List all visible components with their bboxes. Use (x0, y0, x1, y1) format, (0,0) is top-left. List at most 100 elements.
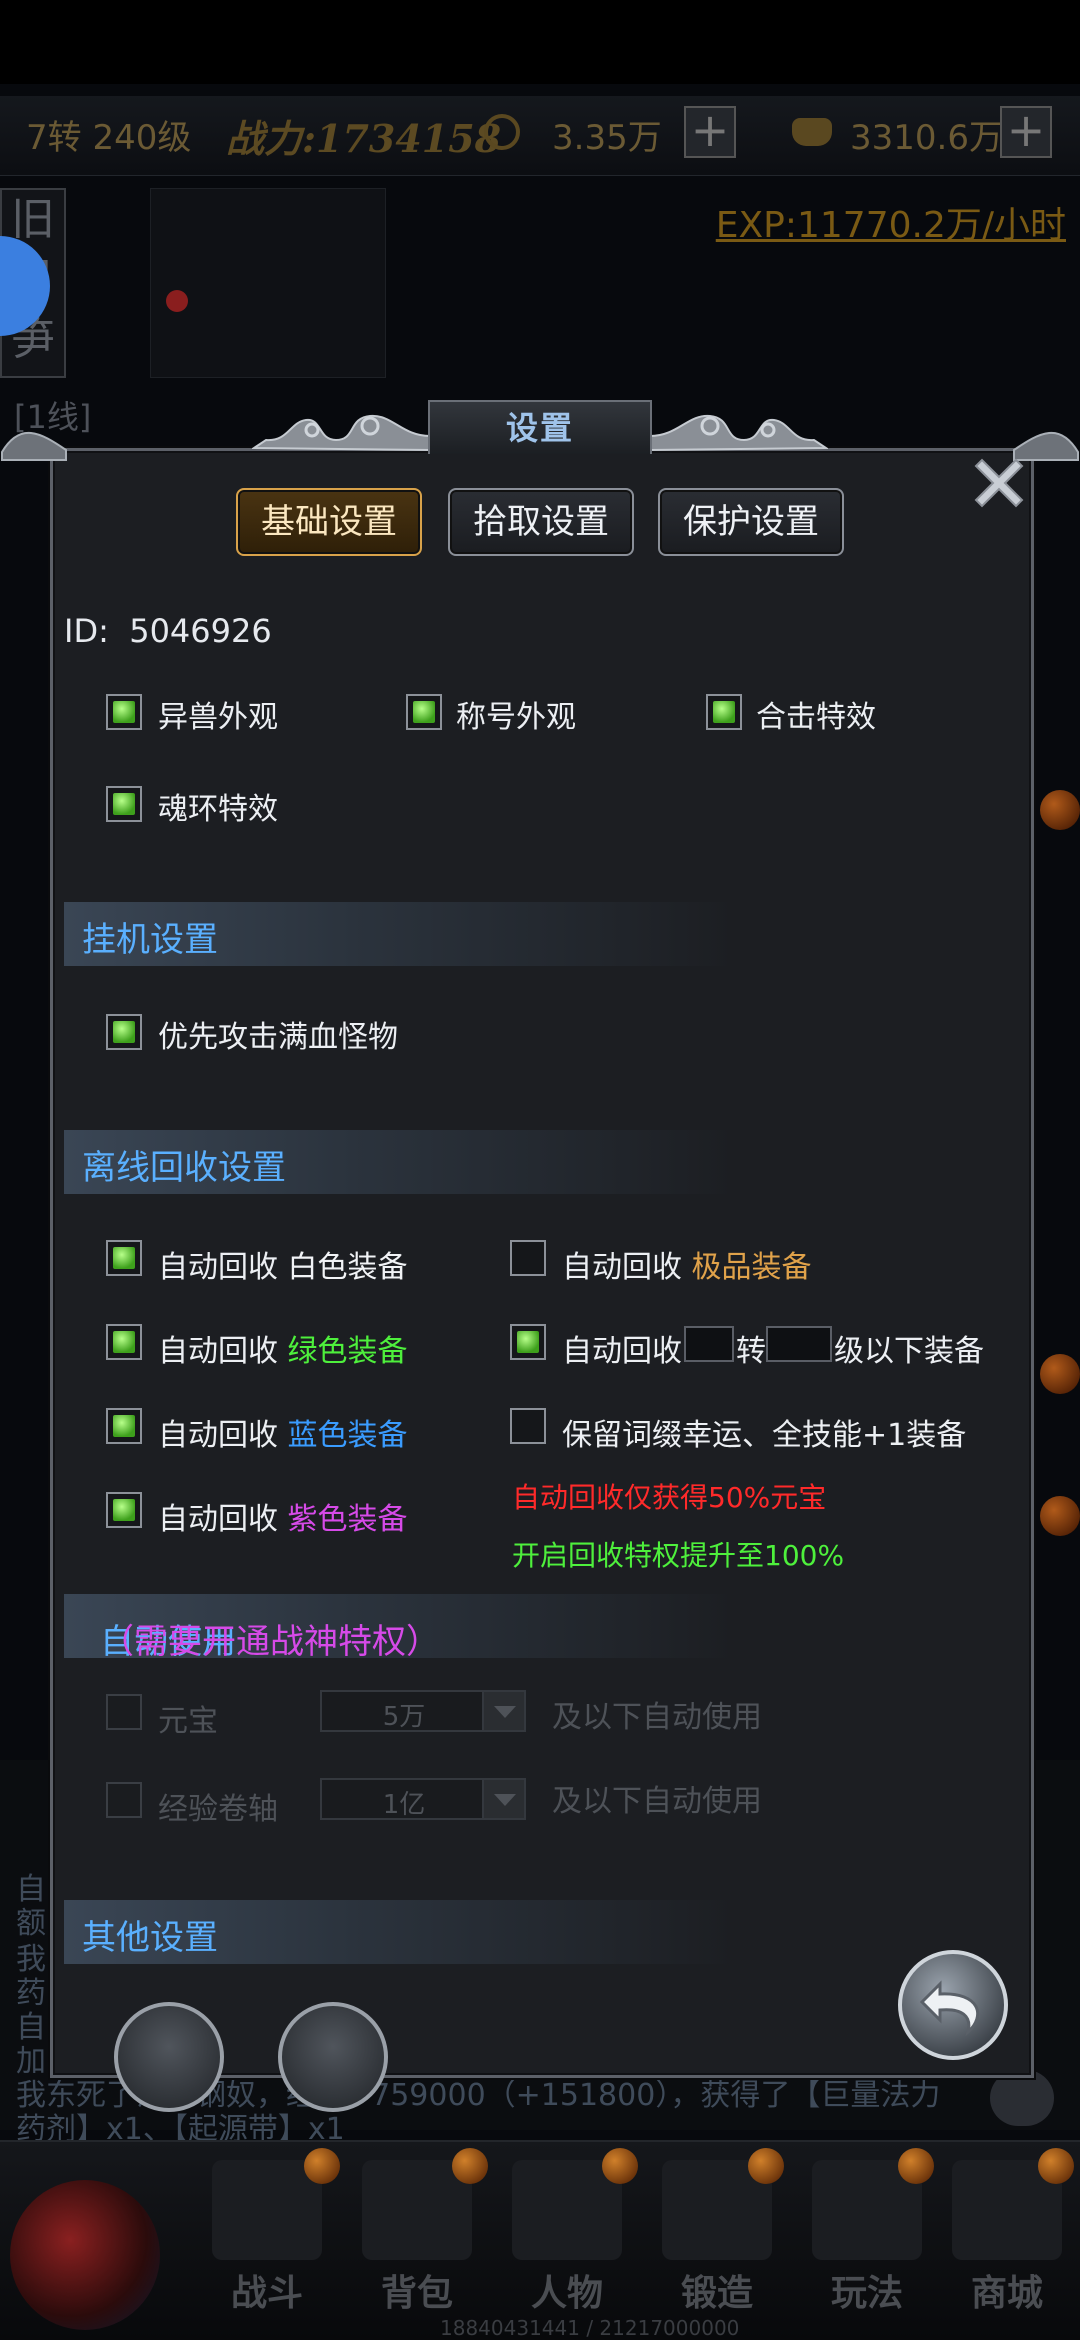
notification-dot (748, 2148, 784, 2184)
auto-recycle-text: 自动回收 (158, 1250, 278, 1285)
notification-dot (898, 2148, 934, 2184)
title-appearance-label: 称号外观 (456, 700, 576, 735)
exp-scroll-amount-select[interactable]: 1亿 (320, 1778, 526, 1820)
back-button[interactable] (898, 1950, 1008, 2060)
blue-equip-text: 蓝色装备 (287, 1418, 408, 1453)
auto-recycle-text: 自动回收 (158, 1418, 278, 1453)
combo-effect-checkbox[interactable] (706, 694, 742, 730)
yin-yang-icon[interactable] (10, 2180, 160, 2330)
notification-dot (602, 2148, 638, 2184)
auto-use-ingot-checkbox[interactable] (106, 1694, 142, 1730)
afk-settings-title: 挂机设置 (82, 920, 218, 960)
back-arrow-icon (919, 1980, 979, 2037)
status-bar (0, 0, 1080, 84)
exp-rate[interactable]: EXP:11770.2万/小时 (716, 196, 1066, 248)
keep-affix-checkbox[interactable] (510, 1408, 546, 1444)
offline-recycle-header: 离线回收设置 (64, 1130, 1024, 1194)
tab-protection-settings[interactable]: 保护设置 (658, 488, 844, 556)
player-level: 7转 240级 (26, 118, 192, 158)
player-topbar: 7转 240级 战力:1734158 3.35万 + 3310.6万 + (0, 96, 1080, 176)
recycle-white-checkbox[interactable] (106, 1240, 142, 1276)
keep-affix-label: 保留词缀幸运、全技能+1装备 (562, 1418, 967, 1453)
nav-character[interactable]: 人物 (502, 2264, 632, 2316)
ingot-amount-value: 5万 (382, 1702, 426, 1732)
recycle-by-level-label: 自动回收 (562, 1334, 682, 1369)
auto-use-exp-scroll-label: 经验卷轴 (158, 1792, 278, 1827)
auto-use-exp-scroll-suffix: 及以下自动使用 (552, 1784, 762, 1819)
nav-bag[interactable]: 背包 (352, 2264, 482, 2316)
nav-shop[interactable]: 商城 (942, 2264, 1072, 2316)
purple-equip-text: 紫色装备 (287, 1502, 408, 1537)
auto-use-exp-scroll-checkbox[interactable] (106, 1782, 142, 1818)
auto-recycle-text: 自动回收 (158, 1334, 278, 1369)
recycle-white-label: 自动回收 白色装备 (158, 1242, 408, 1286)
recycle-green-checkbox[interactable] (106, 1324, 142, 1360)
combo-effect-label: 合击特效 (756, 700, 876, 735)
minimap[interactable] (150, 188, 386, 378)
account-option-icon[interactable] (114, 2002, 224, 2112)
currency-amount-2: 3310.6万 (850, 118, 1003, 158)
exp-progress-text: 18840431441 / 21217000000 (440, 2316, 740, 2340)
recycle-note-red: 自动回收仅获得50%元宝 (512, 1481, 827, 1514)
id-label: ID: (64, 612, 109, 650)
helmet-option-icon[interactable] (278, 2002, 388, 2112)
side-orb-icon (1040, 790, 1080, 830)
side-orb-icon (1040, 1354, 1080, 1394)
notification-dot (1038, 2148, 1074, 2184)
offline-recycle-title: 离线回收设置 (82, 1148, 286, 1188)
chat-bubble-icon[interactable] (990, 2070, 1054, 2126)
chevron-down-icon (482, 1780, 524, 1818)
soul-ring-effect-label: 魂环特效 (158, 792, 278, 827)
green-equip-text: 绿色装备 (287, 1334, 408, 1369)
chevron-down-icon (482, 1692, 524, 1730)
coin-icon (484, 114, 520, 150)
corner-ornament-left-icon (1, 432, 67, 461)
tab-basic-settings[interactable]: 基础设置 (236, 488, 422, 556)
recycle-green-label: 自动回收 绿色装备 (158, 1326, 408, 1370)
add-currency-2-button[interactable]: + (1000, 106, 1052, 158)
title-ornament-right-icon (649, 414, 828, 452)
nav-battle[interactable]: 战斗 (202, 2264, 332, 2316)
other-settings-title: 其他设置 (82, 1918, 218, 1958)
soul-ring-effect-checkbox[interactable] (106, 786, 142, 822)
auto-use-title-note: （需要开通战神特权） (100, 1622, 440, 1662)
id-value: 5046926 (129, 612, 272, 650)
attack-full-hp-checkbox[interactable] (106, 1014, 142, 1050)
auto-recycle-text: 自动回收 (158, 1502, 278, 1537)
auto-use-ingot-suffix: 及以下自动使用 (552, 1700, 762, 1735)
close-icon[interactable] (968, 452, 1030, 514)
ingot-amount-select[interactable]: 5万 (320, 1690, 526, 1732)
premium-equip-text: 极品装备 (691, 1250, 812, 1285)
turn-input[interactable] (684, 1326, 734, 1362)
beast-appearance-checkbox[interactable] (106, 694, 142, 730)
nav-play[interactable]: 玩法 (802, 2264, 932, 2316)
recycle-premium-checkbox[interactable] (510, 1240, 546, 1276)
auto-recycle-text: 自动回收 (562, 1250, 682, 1285)
auto-use-header: 自动使用 （需要开通战神特权） (64, 1594, 1024, 1662)
nav-forge[interactable]: 锻造 (652, 2264, 782, 2316)
beast-appearance-label: 异兽外观 (158, 700, 278, 735)
recycle-blue-label: 自动回收 蓝色装备 (158, 1410, 408, 1454)
exp-scroll-amount-value: 1亿 (382, 1790, 426, 1820)
attack-full-hp-label: 优先攻击满血怪物 (158, 1020, 398, 1055)
recycle-purple-checkbox[interactable] (106, 1492, 142, 1528)
combat-power: 战力:1734158 (226, 116, 502, 161)
level-input[interactable] (766, 1326, 832, 1362)
minimap-marker (166, 290, 188, 312)
side-orb-icon (1040, 1496, 1080, 1536)
level-suffix-label: 级以下装备 (834, 1334, 984, 1369)
white-equip-text: 白色装备 (287, 1250, 408, 1285)
title-appearance-checkbox[interactable] (406, 694, 442, 730)
recycle-premium-label: 自动回收 极品装备 (562, 1242, 812, 1286)
notification-dot (452, 2148, 488, 2184)
currency-amount-1: 3.35万 (552, 118, 662, 158)
recycle-by-level-checkbox[interactable] (510, 1324, 546, 1360)
afk-settings-header: 挂机设置 (64, 902, 1024, 966)
notification-dot (304, 2148, 340, 2184)
other-settings-header: 其他设置 (64, 1900, 1024, 1964)
recycle-blue-checkbox[interactable] (106, 1408, 142, 1444)
title-ornament-left-icon (252, 414, 431, 452)
auto-use-ingot-label: 元宝 (158, 1704, 218, 1739)
tab-pickup-settings[interactable]: 拾取设置 (448, 488, 634, 556)
add-currency-1-button[interactable]: + (684, 106, 736, 158)
